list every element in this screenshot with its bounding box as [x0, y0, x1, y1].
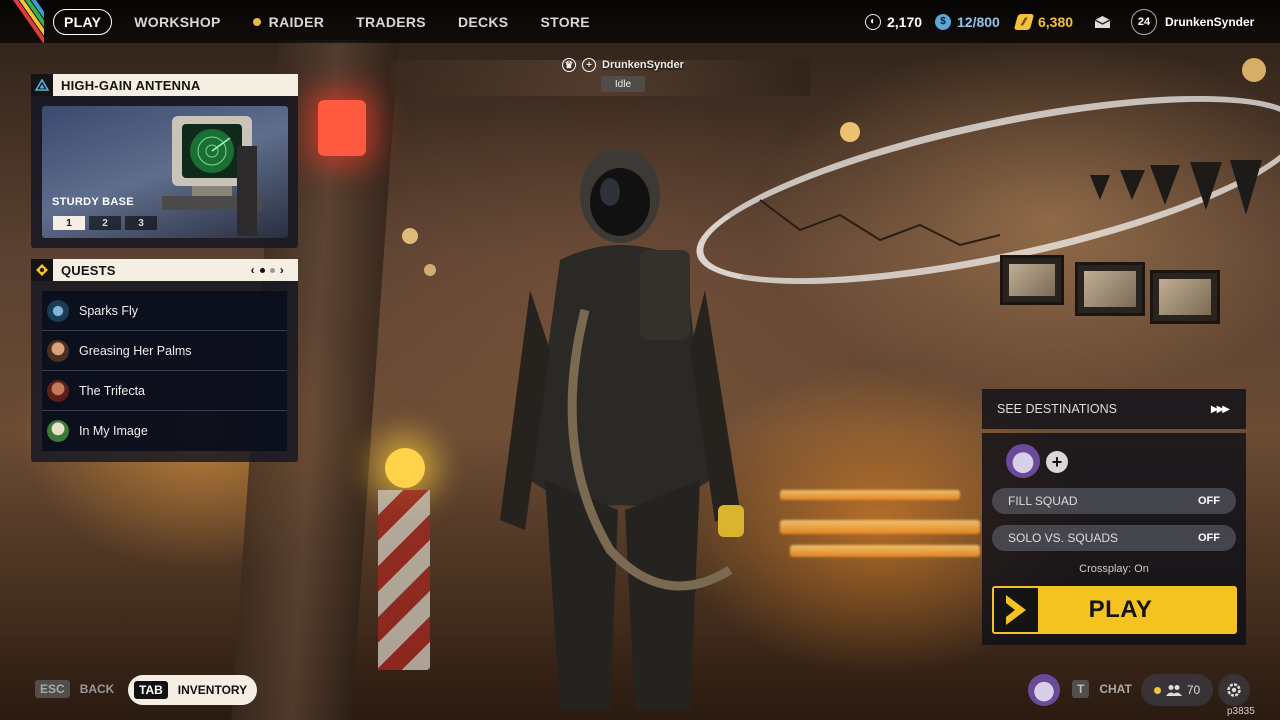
- esc-keycap: ESC: [35, 680, 70, 698]
- friends-count: 70: [1186, 683, 1201, 697]
- quest-list: Sparks Fly Greasing Her Palms The Trifec…: [42, 291, 287, 451]
- chat-button[interactable]: T CHAT: [1072, 680, 1132, 698]
- see-destinations-button[interactable]: SEE DESTINATIONS ▶▶▶: [982, 389, 1246, 429]
- quest-portrait-icon: [47, 339, 69, 362]
- mail-icon: [1094, 15, 1111, 28]
- credits-icon: ⫽: [1013, 13, 1035, 30]
- quest-item[interactable]: Greasing Her Palms: [42, 331, 287, 371]
- quest-portrait-icon: [47, 379, 69, 402]
- quest-portrait-icon: [47, 420, 69, 442]
- coin-icon: ◐: [865, 13, 881, 30]
- crossplay-status: Crossplay: On: [1079, 563, 1149, 575]
- antenna-panel-header: HIGH-GAIN ANTENNA: [31, 74, 298, 96]
- quests-panel: QUESTS ‹ › Sparks Fly Greasing Her Palms…: [31, 259, 298, 462]
- chat-keycap: T: [1072, 680, 1090, 698]
- quests-panel-header: QUESTS ‹ ›: [31, 259, 298, 281]
- inventory-label: INVENTORY: [177, 683, 248, 697]
- pager-prev-icon[interactable]: ‹: [251, 263, 255, 277]
- brand-stripes-icon: [0, 0, 44, 43]
- top-nav-bar: PLAY WORKSHOP RAIDER TRADERS DECKS STORE…: [0, 0, 1280, 43]
- quest-label: Sparks Fly: [79, 303, 139, 318]
- player-avatar[interactable]: [1028, 674, 1060, 706]
- capacity-value: 12/800: [957, 13, 1000, 30]
- crown-icon: ♛: [562, 58, 576, 72]
- play-button[interactable]: PLAY: [992, 586, 1237, 634]
- solo-vs-squads-toggle[interactable]: SOLO VS. SQUADS OFF: [992, 525, 1236, 551]
- build-id: p3835: [1227, 706, 1255, 717]
- friends-icon: [1165, 685, 1182, 696]
- antenna-triangle-icon: [31, 74, 53, 96]
- gear-icon: [1227, 683, 1241, 697]
- back-label: BACK: [79, 682, 115, 696]
- quest-sparks-icon: [47, 299, 69, 322]
- mail-button[interactable]: [1094, 0, 1111, 43]
- nav-raider-label: RAIDER: [268, 13, 325, 30]
- back-button[interactable]: ESC BACK: [35, 680, 114, 698]
- antenna-panel[interactable]: HIGH-GAIN ANTENNA STURDY BASE 1 2 3: [31, 74, 298, 248]
- chat-label: CHAT: [1099, 682, 1132, 696]
- coins-value: 2,170: [887, 13, 923, 30]
- tier-3-button[interactable]: 3: [125, 216, 157, 230]
- quests-pager: ‹ ›: [251, 263, 284, 277]
- raider-icon: [252, 17, 261, 26]
- play-button-label: PLAY: [1088, 596, 1153, 623]
- capacity-icon: $: [935, 13, 951, 30]
- add-friend-icon[interactable]: +: [582, 58, 596, 72]
- solo-vs-squads-label: SOLO VS. SQUADS: [1008, 531, 1119, 545]
- pager-next-icon[interactable]: ›: [280, 263, 284, 277]
- solo-vs-squads-value: OFF: [1198, 532, 1220, 544]
- nav-raider[interactable]: RAIDER: [237, 9, 340, 35]
- player-tag-name: DrunkenSynder: [602, 59, 684, 71]
- quest-diamond-icon: [31, 259, 53, 281]
- coins-counter[interactable]: ◐ 2,170: [865, 0, 922, 43]
- pager-dot-active[interactable]: [259, 267, 265, 273]
- play-panel: + FILL SQUAD OFF SOLO VS. SQUADS OFF Cro…: [982, 433, 1246, 645]
- inventory-button[interactable]: TAB INVENTORY: [128, 675, 258, 705]
- profile-button[interactable]: 24 DrunkenSynder: [1131, 0, 1254, 43]
- quest-label: In My Image: [79, 424, 148, 438]
- nav-play[interactable]: PLAY: [53, 8, 113, 35]
- tier-2-button[interactable]: 2: [89, 216, 121, 230]
- friends-button[interactable]: 70: [1141, 674, 1213, 706]
- player-tag: ♛ + DrunkenSynder Idle: [562, 58, 684, 92]
- credits-counter[interactable]: ⫽ 6,380: [1013, 0, 1074, 43]
- fill-squad-value: OFF: [1198, 495, 1220, 507]
- tab-keycap: TAB: [134, 681, 168, 699]
- raider-character: [500, 150, 744, 710]
- nav-workshop[interactable]: WORKSHOP: [118, 9, 236, 35]
- quest-label: The Trifecta: [79, 383, 145, 398]
- chevron-right-icon: [994, 588, 1038, 632]
- tier-1-button[interactable]: 1: [53, 216, 85, 230]
- level-badge: 24: [1131, 8, 1157, 35]
- pager-dot[interactable]: [269, 267, 275, 273]
- antenna-tier-selector: 1 2 3: [53, 216, 157, 230]
- quest-item[interactable]: Sparks Fly: [42, 291, 287, 331]
- fast-forward-icon: ▶▶▶: [1210, 403, 1230, 415]
- player-status-badge: Idle: [600, 76, 645, 92]
- antenna-panel-title: HIGH-GAIN ANTENNA: [61, 77, 201, 93]
- antenna-subtitle: STURDY BASE: [52, 196, 134, 208]
- settings-button[interactable]: [1218, 674, 1250, 706]
- online-dot-icon: [1153, 686, 1161, 694]
- username: DrunkenSynder: [1165, 14, 1255, 29]
- nav-decks[interactable]: DECKS: [442, 9, 525, 35]
- see-destinations-label: SEE DESTINATIONS: [997, 402, 1117, 416]
- nav-traders[interactable]: TRADERS: [340, 9, 442, 35]
- credits-value: 6,380: [1038, 13, 1074, 30]
- quest-label: Greasing Her Palms: [79, 343, 192, 358]
- fill-squad-label: FILL SQUAD: [1008, 494, 1078, 508]
- quest-item[interactable]: In My Image: [42, 411, 287, 451]
- main-nav: PLAY WORKSHOP RAIDER TRADERS DECKS STORE: [53, 8, 606, 35]
- invite-squad-button[interactable]: +: [1046, 451, 1068, 473]
- squad-avatar[interactable]: [1006, 444, 1040, 478]
- fill-squad-toggle[interactable]: FILL SQUAD OFF: [992, 488, 1236, 514]
- capacity-counter[interactable]: $ 12/800: [935, 0, 1000, 43]
- player-status: Idle: [614, 78, 632, 90]
- quest-item[interactable]: The Trifecta: [42, 371, 287, 411]
- nav-store[interactable]: STORE: [524, 9, 605, 35]
- quests-panel-title: QUESTS: [61, 262, 116, 278]
